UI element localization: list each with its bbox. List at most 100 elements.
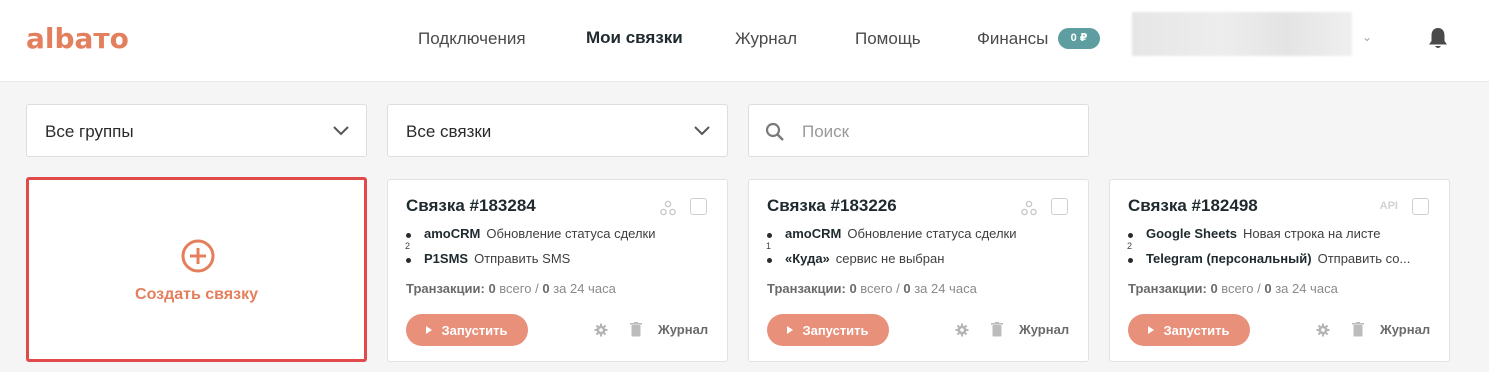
step-action: Отправить со... — [1317, 251, 1411, 266]
run-label: Запустить — [802, 322, 869, 338]
balance-badge[interactable]: 0 ₽ — [1058, 28, 1100, 49]
tx-day-label: за 24 часа — [1275, 281, 1338, 296]
bundle-card: Связка #183226 amoCRM Обновление статуса … — [748, 179, 1089, 362]
step-action: Отправить SMS — [474, 251, 571, 266]
transactions-info: Транзакции: 0 всего / 0 за 24 часа — [406, 281, 616, 296]
tx-total: 0 — [488, 281, 496, 296]
gear-icon[interactable] — [594, 323, 608, 337]
step-item: P1SMS Отправить SMS — [404, 251, 714, 271]
step-service: Google Sheets — [1146, 226, 1238, 241]
bundle-steps: Google Sheets Новая строка на листе Teleg… — [1126, 226, 1436, 276]
select-checkbox[interactable] — [690, 198, 707, 215]
run-button[interactable]: Запустить — [767, 314, 889, 346]
select-checkbox[interactable] — [1051, 198, 1068, 215]
nav-my-bundles[interactable]: Мои связки — [586, 28, 683, 48]
tx-label: Транзакции: — [767, 281, 846, 296]
connections-select-value: Все связки — [406, 122, 492, 141]
search-box — [748, 104, 1089, 157]
step-service: P1SMS — [424, 251, 469, 266]
create-bundle-label: Создать связку — [135, 286, 258, 303]
gear-icon[interactable] — [1316, 323, 1330, 337]
bell-icon[interactable] — [1427, 26, 1449, 50]
api-tag: API — [1379, 200, 1398, 212]
chevron-down-icon[interactable]: ⌄ — [1362, 30, 1372, 44]
chevron-down-icon — [694, 126, 710, 136]
run-button[interactable]: Запустить — [1128, 314, 1250, 346]
step-item: amoCRM Обновление статуса сделки — [404, 226, 714, 246]
search-input[interactable] — [802, 119, 1072, 145]
nav-journal[interactable]: Журнал — [735, 29, 797, 49]
step-service: amoCRM — [424, 226, 481, 241]
tx-label: Транзакции: — [1128, 281, 1207, 296]
tx-total: 0 — [1210, 281, 1218, 296]
albato-logo[interactable]: albaтo — [26, 22, 129, 55]
bundle-title[interactable]: Связка #183226 — [767, 196, 897, 216]
step-item: «Куда» сервис не выбран — [765, 251, 1075, 271]
tx-day: 0 — [903, 281, 911, 296]
journal-link[interactable]: Журнал — [1019, 322, 1069, 337]
gear-icon[interactable] — [955, 323, 969, 337]
groups-select-value: Все группы — [45, 122, 134, 141]
trash-icon[interactable] — [630, 322, 642, 337]
tx-total: 0 — [849, 281, 857, 296]
bundle-steps: amoCRM Обновление статуса сделки P1SMS Отп… — [404, 226, 714, 276]
step-count: 2 — [1127, 241, 1133, 251]
chevron-down-icon — [333, 126, 349, 136]
tx-day-label: за 24 часа — [553, 281, 616, 296]
tx-total-label: всего / — [1221, 281, 1261, 296]
bundle-title[interactable]: Связка #183284 — [406, 196, 536, 216]
step-action: Обновление статуса сделки — [847, 226, 1017, 241]
play-icon — [426, 325, 433, 334]
bundle-card: Связка #182498 API Google Sheets Новая ст… — [1109, 179, 1450, 362]
bundle-title[interactable]: Связка #182498 — [1128, 196, 1258, 216]
groups-select[interactable]: Все группы — [26, 104, 367, 157]
select-checkbox[interactable] — [1412, 198, 1429, 215]
run-button[interactable]: Запустить — [406, 314, 528, 346]
webhook-icon — [1021, 200, 1037, 216]
step-service: «Куда» — [785, 251, 830, 266]
user-account-blurred[interactable] — [1132, 12, 1352, 56]
nav-connections[interactable]: Подключения — [418, 29, 526, 49]
tx-total-label: всего / — [499, 281, 539, 296]
journal-link[interactable]: Журнал — [658, 322, 708, 337]
step-service: amoCRM — [785, 226, 842, 241]
webhook-icon — [660, 200, 676, 216]
step-action: сервис не выбран — [835, 251, 945, 266]
step-dot — [406, 258, 411, 263]
tx-day: 0 — [1264, 281, 1272, 296]
transactions-info: Транзакции: 0 всего / 0 за 24 часа — [1128, 281, 1338, 296]
trash-icon[interactable] — [991, 322, 1003, 337]
tx-label: Транзакции: — [406, 281, 485, 296]
step-count: 2 — [405, 241, 411, 251]
tx-day: 0 — [542, 281, 550, 296]
step-count: 1 — [766, 241, 772, 251]
tx-day-label: за 24 часа — [914, 281, 977, 296]
trash-icon[interactable] — [1352, 322, 1364, 337]
step-item: Telegram (персональный) Отправить со... — [1126, 251, 1436, 271]
plus-circle-icon — [181, 239, 215, 273]
tx-total-label: всего / — [860, 281, 900, 296]
run-label: Запустить — [441, 322, 508, 338]
create-bundle-card[interactable]: Создать связку — [26, 177, 367, 362]
step-dot — [767, 233, 772, 238]
step-dot — [767, 258, 772, 263]
step-service: Telegram (персональный) — [1146, 251, 1312, 266]
run-label: Запустить — [1163, 322, 1230, 338]
top-header: albaтo Подключения Мои связки Журнал Пом… — [0, 0, 1489, 82]
search-icon — [765, 122, 784, 141]
step-dot — [1128, 258, 1133, 263]
step-action: Обновление статуса сделки — [486, 226, 656, 241]
connections-select[interactable]: Все связки — [387, 104, 728, 157]
step-item: amoCRM Обновление статуса сделки — [765, 226, 1075, 246]
step-dot — [406, 233, 411, 238]
journal-link[interactable]: Журнал — [1380, 322, 1430, 337]
step-dot — [1128, 233, 1133, 238]
nav-help[interactable]: Помощь — [855, 29, 921, 49]
play-icon — [787, 325, 794, 334]
bundle-steps: amoCRM Обновление статуса сделки «Куда» се… — [765, 226, 1075, 276]
nav-finance[interactable]: Финансы — [977, 29, 1048, 49]
play-icon — [1148, 325, 1155, 334]
transactions-info: Транзакции: 0 всего / 0 за 24 часа — [767, 281, 977, 296]
step-action: Новая строка на листе — [1243, 226, 1381, 241]
step-item: Google Sheets Новая строка на листе — [1126, 226, 1436, 246]
